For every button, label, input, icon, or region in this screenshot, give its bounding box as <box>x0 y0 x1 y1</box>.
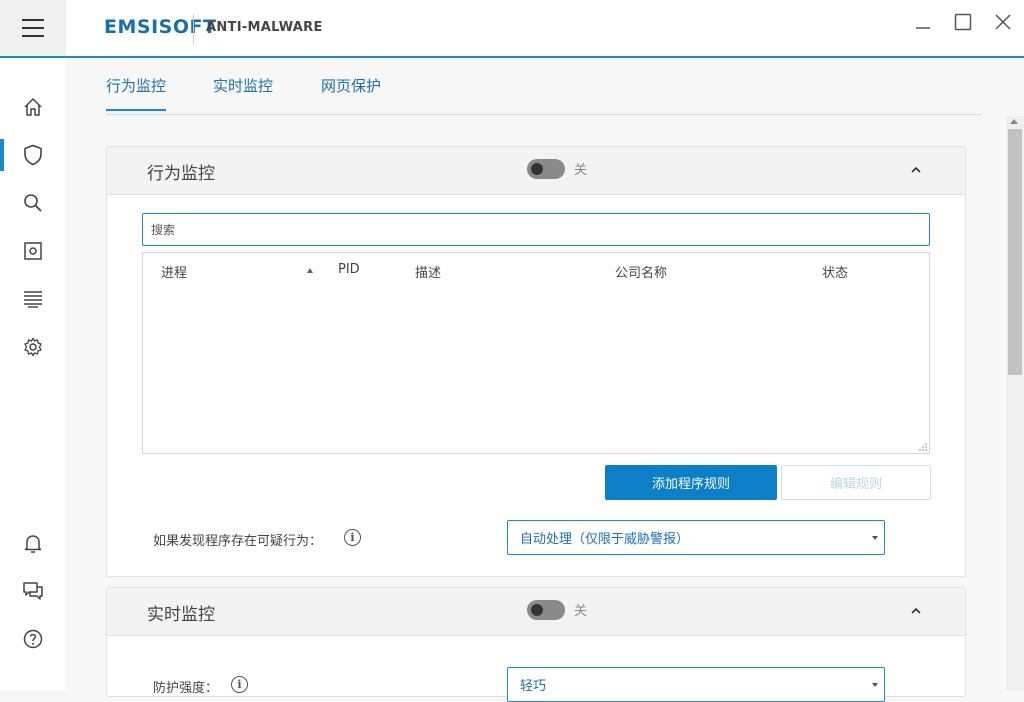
shield-icon <box>24 144 42 166</box>
quarantine-icon <box>24 242 42 260</box>
behavior-toggle-label: 关 <box>574 163 588 178</box>
logs-icon <box>24 291 42 308</box>
tab-behavior-monitoring[interactable]: 行为监控 <box>106 75 167 111</box>
sidebar-item-scan[interactable] <box>0 183 66 223</box>
chevron-up-icon[interactable] <box>907 161 925 179</box>
tab-bar: 行为监控 实时监控 网页保护 <box>106 58 982 115</box>
sidebar-item-home[interactable] <box>0 87 66 127</box>
realtime-card-header: 实时监控 关 <box>107 588 965 636</box>
add-program-rule-button[interactable]: 添加程序规则 <box>605 465 777 500</box>
process-table: 进程 PID 描述 公司名称 状态 <box>142 252 930 454</box>
realtime-toggle-label: 关 <box>574 604 588 619</box>
sidebar-item-settings[interactable] <box>0 327 66 367</box>
sort-ascending-icon <box>307 268 313 273</box>
behavior-card-title: 行为监控 <box>147 164 215 184</box>
title-bar: EMSISOFT ANTI-MALWARE <box>0 0 1024 58</box>
realtime-card-title: 实时监控 <box>147 605 215 625</box>
sidebar-item-quarantine[interactable] <box>0 231 66 271</box>
scrollbar-thumb[interactable] <box>1008 129 1022 375</box>
resize-grip-icon[interactable] <box>919 443 927 451</box>
home-icon <box>24 98 42 116</box>
logo-divider <box>193 14 194 44</box>
hamburger-icon <box>22 16 44 40</box>
main-content: 行为监控 实时监控 网页保护 行为监控 关 进程 PID 描述 公司名称 状态 … <box>66 58 1006 702</box>
help-icon <box>23 629 43 649</box>
sidebar-item-notifications[interactable] <box>0 523 66 563</box>
settings-icon <box>24 337 42 357</box>
sidebar-item-logs[interactable] <box>0 279 66 319</box>
maximize-icon <box>954 13 972 31</box>
product-name: ANTI-MALWARE <box>206 20 323 35</box>
minimize-icon <box>916 27 930 29</box>
behavior-card-header: 行为监控 关 <box>107 147 965 195</box>
realtime-monitoring-card: 实时监控 关 防护强度： i 轻巧 <box>106 587 966 702</box>
suspicious-behavior-label: 如果发现程序存在可疑行为： <box>153 534 323 549</box>
column-header-company[interactable]: 公司名称 <box>615 262 667 281</box>
column-header-description[interactable]: 描述 <box>415 262 441 281</box>
tab-web-protection[interactable]: 网页保护 <box>321 75 381 96</box>
column-header-process[interactable]: 进程 <box>161 262 187 281</box>
info-icon[interactable]: i <box>231 676 248 693</box>
column-header-status[interactable]: 状态 <box>822 262 848 281</box>
sidebar-item-protection[interactable] <box>0 135 66 175</box>
scroll-up-icon[interactable] <box>1010 119 1018 124</box>
minimize-button[interactable] <box>908 8 938 36</box>
maximize-button[interactable] <box>948 8 978 36</box>
behavior-monitoring-card: 行为监控 关 进程 PID 描述 公司名称 状态 添加程序规则 编辑规则 如果发… <box>106 146 966 577</box>
protection-level-select[interactable]: 轻巧 <box>507 667 885 702</box>
protection-level-label: 防护强度： <box>153 681 219 696</box>
chat-icon <box>23 582 43 600</box>
search-input[interactable] <box>142 213 930 246</box>
menu-button[interactable] <box>0 0 66 56</box>
app-logo: EMSISOFT <box>104 16 217 38</box>
sidebar-item-feedback[interactable] <box>0 571 66 611</box>
sidebar-item-help[interactable] <box>0 619 66 659</box>
behavior-toggle[interactable] <box>527 159 565 179</box>
info-icon[interactable]: i <box>344 529 361 546</box>
chevron-up-icon[interactable] <box>907 602 925 620</box>
tab-realtime-monitoring[interactable]: 实时监控 <box>213 75 273 96</box>
suspicious-action-select[interactable]: 自动处理（仅限于威胁警报） <box>507 520 885 555</box>
search-icon <box>24 194 42 212</box>
column-header-pid[interactable]: PID <box>338 262 360 277</box>
close-icon <box>995 14 1011 30</box>
close-button[interactable] <box>988 8 1018 36</box>
edit-rule-button: 编辑规则 <box>781 465 931 500</box>
bell-icon <box>24 535 42 553</box>
realtime-toggle[interactable] <box>527 600 565 620</box>
sidebar <box>0 58 66 690</box>
